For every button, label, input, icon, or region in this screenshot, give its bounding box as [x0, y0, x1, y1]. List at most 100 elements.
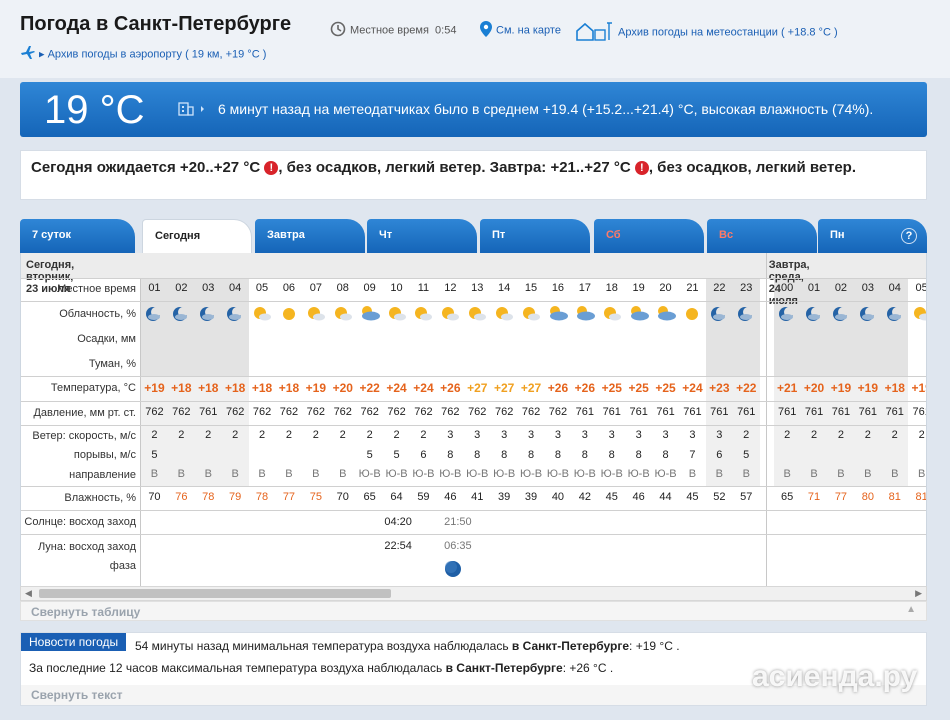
pressure-cell: 762: [225, 406, 245, 418]
direction-cell: В: [285, 468, 293, 480]
help-icon[interactable]: ?: [901, 228, 917, 244]
news-line-2-city[interactable]: в Санкт-Петербурге: [446, 661, 563, 675]
wind-cell: 2: [810, 429, 818, 441]
humidity-cell: 44: [659, 491, 672, 503]
hour-cell: 18: [605, 282, 618, 294]
moonset: 06:35: [444, 540, 472, 552]
collapse-table-button[interactable]: Свернуть таблицу ▲: [20, 601, 927, 621]
map-link-label[interactable]: См. на карте: [496, 24, 561, 36]
gust-cell: 8: [635, 449, 642, 461]
humidity-cell: 40: [551, 491, 565, 503]
temp-cell: +24: [682, 381, 703, 395]
wind-cell: 2: [151, 429, 158, 441]
direction-cell: В: [204, 468, 212, 480]
news-line-1-city[interactable]: в Санкт-Петербурге: [512, 639, 629, 653]
direction-cell: В: [810, 468, 818, 480]
wind-cell: 2: [312, 429, 319, 441]
humidity-cell: 81: [915, 491, 927, 503]
tab-3[interactable]: Завтра: [255, 219, 365, 253]
page-title: Погода в Санкт-Петербурге: [20, 13, 292, 35]
direction-cell: Ю-В: [493, 468, 516, 480]
map-link[interactable]: См. на карте: [480, 21, 561, 40]
direction-cell: Ю-В: [412, 468, 435, 480]
news-line-1-text: 54 минуты назад минимальная температура …: [135, 639, 509, 653]
tab-7[interactable]: Вс: [707, 219, 817, 253]
tab-1[interactable]: 7 суток: [20, 219, 135, 253]
wind-cell: 2: [393, 429, 400, 441]
humidity-cell: 77: [282, 491, 296, 503]
wind-cell: 3: [689, 429, 696, 441]
pressure-cell: 762: [387, 406, 406, 418]
direction-cell: В: [715, 468, 723, 480]
direction-cell: В: [917, 468, 926, 480]
sky-icon: [249, 305, 276, 326]
temp-cell: +19: [305, 381, 327, 395]
collapse-table-label[interactable]: Свернуть таблицу: [31, 605, 140, 619]
temp-cell: +26: [547, 381, 569, 395]
scroll-thumb[interactable]: [39, 589, 391, 598]
sensor-message: 6 минут назад на метеодатчиках было в ср…: [218, 101, 874, 117]
hour-cell: 13: [471, 282, 484, 294]
station-icon: [576, 21, 614, 44]
row-divider: [21, 278, 926, 279]
gust-cell: 8: [474, 449, 481, 461]
arrow-icon: ▸: [39, 48, 48, 61]
tab-6[interactable]: Сб: [594, 219, 704, 253]
direction-cell: Ю-В: [439, 468, 462, 480]
pressure-cell: 761: [629, 406, 648, 418]
tab-4[interactable]: Чт: [367, 219, 477, 253]
airport-archive-link[interactable]: ▸ Архив погоды в аэропорту ( 19 км, +19 …: [20, 46, 266, 63]
building-icon: [178, 100, 208, 119]
map-pin-icon: [480, 21, 492, 40]
station-archive-link[interactable]: Архив погоды на метеостанции ( +18.8 °C …: [576, 21, 838, 44]
pressure-cell: 761: [199, 406, 218, 418]
wind-cell: 3: [474, 429, 481, 441]
warning-icon[interactable]: !: [264, 161, 279, 175]
row-label-moon: Луна: восход заход: [37, 541, 136, 553]
table-scrollbar[interactable]: ◀ ▶: [20, 586, 927, 601]
gust-cell: 8: [662, 449, 669, 461]
row-label-fog: Туман, %: [88, 358, 136, 370]
hour-cell: 00: [781, 282, 794, 294]
row-label-pressure: Давление, мм рт. ст.: [33, 407, 136, 419]
gust-cell: 5: [366, 449, 373, 461]
sky-icon: [706, 305, 733, 326]
hour-cell: 01: [807, 282, 821, 294]
airplane-icon: [20, 46, 36, 63]
temp-cell: +25: [655, 381, 676, 395]
pressure-cell: 762: [360, 406, 379, 418]
scroll-right-icon[interactable]: ▶: [915, 588, 922, 599]
direction-cell: В: [312, 468, 320, 480]
tab-2[interactable]: Сегодня: [142, 219, 252, 253]
tab-5[interactable]: Пт: [480, 219, 590, 253]
local-time-value: 0:54: [435, 24, 457, 37]
wind-cell: 3: [662, 429, 669, 441]
sky-icon: [908, 305, 926, 326]
warning-icon[interactable]: !: [634, 161, 649, 175]
station-archive-label[interactable]: Архив погоды на метеостанции ( +18.8 °C …: [618, 26, 838, 38]
forecast-summary: Сегодня ожидается +20..+27 °C !, без оса…: [20, 150, 927, 200]
hour-cell: 23: [740, 282, 753, 294]
pressure-cell: 762: [441, 406, 460, 418]
sunset: 21:50: [444, 516, 472, 528]
wind-cell: 3: [554, 429, 561, 441]
collapse-up-icon[interactable]: ▲: [906, 604, 916, 615]
wind-cell: 2: [232, 429, 239, 441]
row-divider: [21, 534, 926, 535]
humidity-cell: 79: [229, 491, 242, 503]
humidity-cell: 59: [417, 491, 430, 503]
sky-icon: [356, 305, 383, 326]
row-label-humidity: Влажность, %: [64, 492, 136, 504]
humidity-cell: 78: [255, 491, 269, 503]
airport-archive-label[interactable]: Архив погоды в аэропорту ( 19 км, +19 °C…: [48, 48, 267, 60]
gust-cell: 5: [151, 449, 158, 461]
temp-cell: +25: [628, 381, 649, 395]
sky-icon: [854, 305, 881, 326]
news-line-2-text: За последние 12 часов максимальная темпе…: [29, 661, 443, 675]
wind-cell: 2: [339, 429, 346, 441]
pressure-cell: 762: [548, 406, 568, 418]
temp-cell: +22: [736, 381, 757, 395]
sky-icon: [828, 305, 855, 326]
scroll-left-icon[interactable]: ◀: [25, 588, 32, 599]
day-separator: [765, 253, 767, 588]
